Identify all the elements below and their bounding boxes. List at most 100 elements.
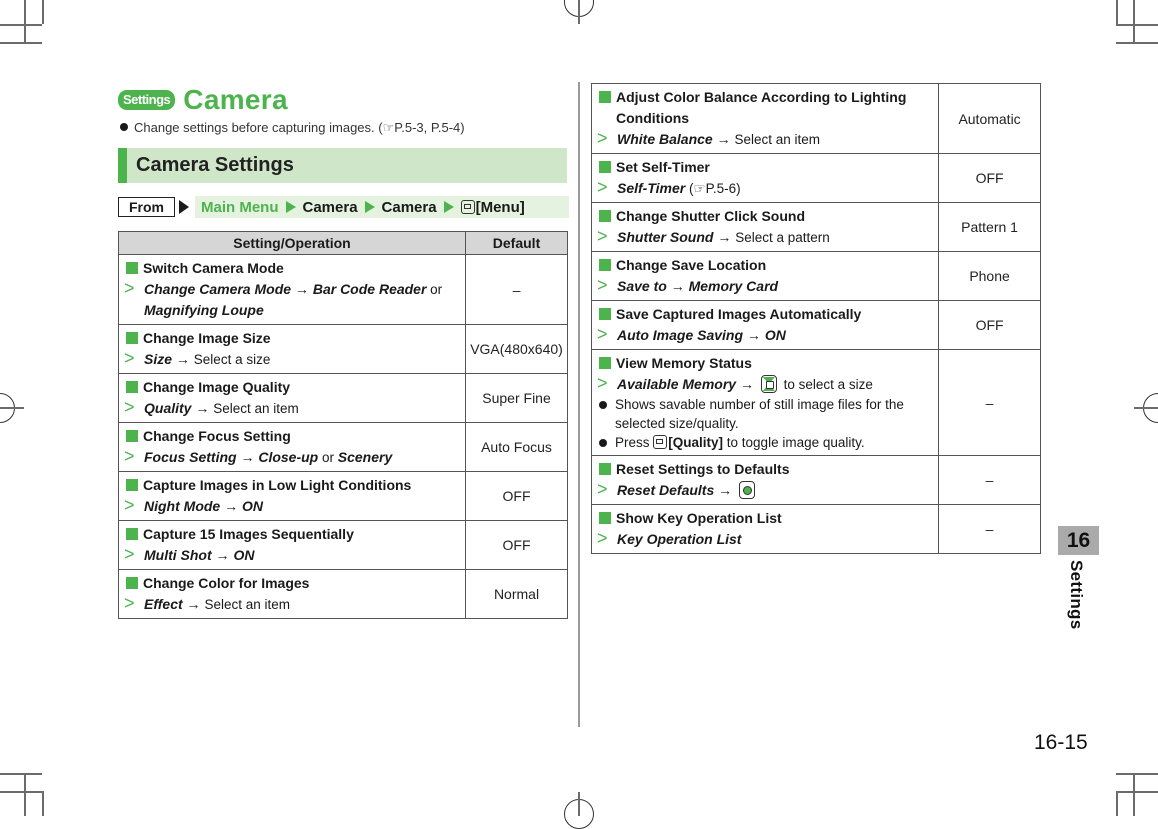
crop-mark xyxy=(1116,0,1118,24)
square-bullet-icon xyxy=(599,259,611,271)
center-key-icon xyxy=(739,481,756,499)
row-title: Change Shutter Click Sound xyxy=(616,208,806,224)
crop-mark xyxy=(1116,24,1158,26)
path-menu: [Menu] xyxy=(475,198,525,216)
default-value: OFF xyxy=(938,300,1041,350)
square-bullet-icon xyxy=(599,210,611,222)
square-bullet-icon xyxy=(126,528,138,540)
crop-mark xyxy=(0,24,42,26)
row-title: Change Image Quality xyxy=(143,379,291,395)
nav-key-icon xyxy=(760,375,777,393)
step-option: Shutter Sound xyxy=(617,229,714,245)
default-value: Pattern 1 xyxy=(938,202,1041,252)
page-title: Camera xyxy=(183,84,288,115)
crop-mark xyxy=(0,773,42,775)
row-title: Change Save Location xyxy=(616,257,767,273)
path-camera-sub: Camera xyxy=(381,198,437,216)
table-row: Change Image Size > Size → Select a size … xyxy=(117,324,568,374)
chapter-tab[interactable]: 16 xyxy=(1058,526,1099,555)
default-value: – xyxy=(938,504,1041,554)
chevron-right-icon: > xyxy=(597,128,608,148)
page-header: Settings Camera xyxy=(118,84,288,116)
crop-mark xyxy=(1116,773,1158,775)
quality-key-label: [Quality] xyxy=(668,435,724,450)
table-row: Adjust Color Balance According to Lighti… xyxy=(590,83,1041,154)
row-title: View Memory Status xyxy=(616,355,752,371)
chevron-right-icon: > xyxy=(597,275,608,295)
chevron-right-icon: > xyxy=(124,348,135,368)
table-row: Set Self-Timer > Self-Timer (☞P.5-6) OFF xyxy=(590,153,1041,203)
chapter-label: Settings xyxy=(1067,560,1086,630)
default-value: VGA(480x640) xyxy=(465,324,568,374)
section-heading: Camera Settings xyxy=(118,148,567,183)
table-header-row: Setting/Operation Default xyxy=(117,231,568,255)
crop-mark xyxy=(1116,791,1118,816)
table-row: Save Captured Images Automatically > Auto… xyxy=(590,300,1041,350)
step-option: Night Mode xyxy=(144,498,221,514)
row-title: Change Image Size xyxy=(143,330,271,346)
square-bullet-icon xyxy=(599,463,611,475)
crop-mark xyxy=(0,791,42,793)
table-row: Reset Settings to Defaults > Reset Defaul… xyxy=(590,455,1041,505)
chevron-right-icon: > xyxy=(124,278,135,298)
square-bullet-icon xyxy=(599,161,611,173)
mail-key-icon xyxy=(460,200,475,214)
arrow-right-icon xyxy=(285,201,296,213)
intro-note: Change settings before capturing images.… xyxy=(120,120,465,136)
square-bullet-icon xyxy=(599,308,611,320)
default-value: Automatic xyxy=(938,83,1041,154)
step-option: Memory Card xyxy=(688,278,779,294)
header-default: Default xyxy=(465,231,568,255)
settings-table-right: Adjust Color Balance According to Lighti… xyxy=(590,83,1041,554)
default-value: Normal xyxy=(465,569,568,619)
table-row: View Memory Status > Available Memory → t… xyxy=(590,349,1041,456)
row-title: Switch Camera Mode xyxy=(143,260,284,276)
page-reference[interactable]: (☞P.5-6) xyxy=(685,181,741,196)
table-row: Change Focus Setting > Focus Setting → Cl… xyxy=(117,422,568,472)
step-option: Size xyxy=(144,351,173,367)
chevron-right-icon: > xyxy=(124,446,135,466)
row-title: Reset Settings to Defaults xyxy=(616,461,790,477)
row-title: Capture 15 Images Sequentially xyxy=(143,526,354,542)
crop-mark xyxy=(1133,0,1135,42)
table-row: Capture 15 Images Sequentially > Multi Sh… xyxy=(117,520,568,570)
arrow-right-icon xyxy=(364,201,375,213)
square-bullet-icon xyxy=(126,577,138,589)
note-text: Shows savable number of still image file… xyxy=(615,397,904,431)
square-bullet-icon xyxy=(126,332,138,344)
crop-mark xyxy=(24,0,26,42)
path-main-menu: Main Menu xyxy=(201,198,279,216)
default-value: – xyxy=(938,349,1041,456)
crop-mark xyxy=(42,0,44,24)
registration-mark xyxy=(578,0,580,24)
step-option: Self-Timer xyxy=(617,180,686,196)
default-value: – xyxy=(465,254,568,325)
chevron-right-icon: > xyxy=(124,544,135,564)
path-camera: Camera xyxy=(302,198,358,216)
default-value: – xyxy=(938,455,1041,505)
step-option: Quality xyxy=(144,400,192,416)
row-title: Capture Images in Low Light Conditions xyxy=(143,477,412,493)
square-bullet-icon xyxy=(599,91,611,103)
arrow-right-icon xyxy=(179,200,189,214)
bullet-icon xyxy=(120,123,128,131)
table-row: Change Color for Images > Effect → Select… xyxy=(117,569,568,619)
chevron-right-icon: > xyxy=(124,593,135,613)
row-title: Save Captured Images Automatically xyxy=(616,306,862,322)
step-option: Auto Image Saving xyxy=(617,327,744,343)
crop-mark xyxy=(42,791,44,816)
square-bullet-icon xyxy=(599,512,611,524)
square-bullet-icon xyxy=(126,381,138,393)
crop-mark xyxy=(24,773,26,816)
step-option: Effect xyxy=(144,596,183,612)
step-option: ON xyxy=(233,547,255,563)
chevron-right-icon: > xyxy=(597,226,608,246)
row-title: Adjust Color Balance According to Lighti… xyxy=(616,89,907,126)
arrow-right-icon xyxy=(443,201,454,213)
path-bar: Main Menu Camera Camera [Menu] xyxy=(195,196,569,218)
table-row: Switch Camera Mode > Change Camera Mode →… xyxy=(117,254,568,325)
step-option: White Balance xyxy=(617,131,713,147)
chevron-right-icon: > xyxy=(124,495,135,515)
step-option: Reset Defaults xyxy=(617,482,715,498)
table-row: Capture Images in Low Light Conditions >… xyxy=(117,471,568,521)
